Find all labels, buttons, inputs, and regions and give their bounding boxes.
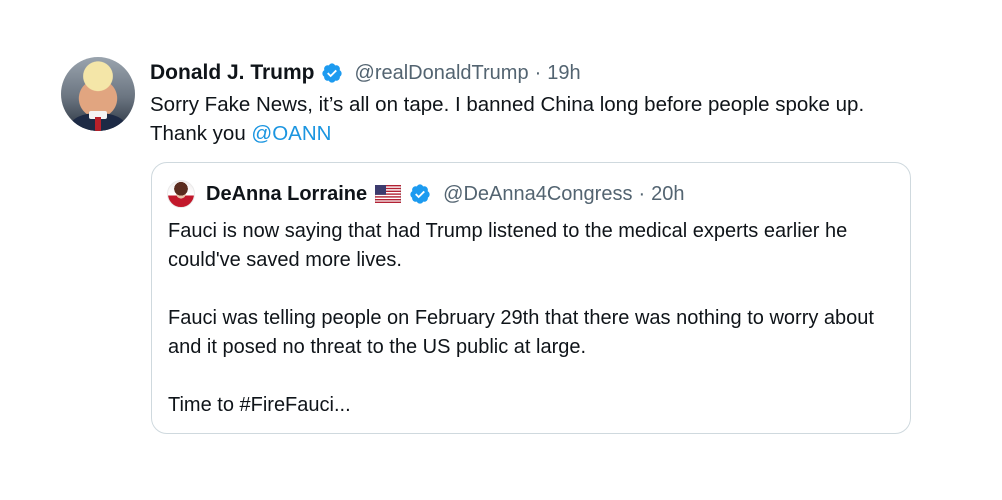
author-name[interactable]: Donald J. Trump bbox=[150, 61, 315, 85]
quoted-tweet-timestamp[interactable]: 20h bbox=[651, 183, 684, 206]
quoted-paragraph: Time to #FireFauci... bbox=[168, 394, 351, 416]
author-handle[interactable]: @realDonaldTrump bbox=[355, 62, 529, 85]
verified-badge-icon bbox=[321, 63, 342, 83]
mention-link[interactable]: @OANN bbox=[251, 122, 331, 145]
avatar-tie bbox=[95, 117, 101, 131]
quoted-tweet-header: DeAnna Lorraine @DeAnna4Congress · 20h bbox=[206, 179, 685, 209]
quoted-verified-badge-icon bbox=[410, 184, 430, 204]
quoted-paragraph: Fauci is now saying that had Trump liste… bbox=[168, 220, 848, 271]
quoted-meta-separator: · bbox=[638, 182, 646, 205]
author-avatar[interactable] bbox=[61, 57, 135, 131]
quoted-tweet-body: Fauci is now saying that had Trump liste… bbox=[168, 217, 898, 420]
tweet-timestamp[interactable]: 19h bbox=[547, 62, 580, 85]
quoted-author-handle[interactable]: @DeAnna4Congress bbox=[443, 183, 632, 206]
us-flag-icon bbox=[375, 185, 402, 203]
meta-separator: · bbox=[534, 61, 542, 84]
tweet-card: Donald J. Trump @realDonaldTrump · 19h S… bbox=[0, 0, 1002, 500]
tweet-header: Donald J. Trump @realDonaldTrump · 19h bbox=[150, 58, 581, 88]
quoted-paragraph: Fauci was telling people on February 29t… bbox=[168, 307, 874, 358]
quoted-author-name[interactable]: DeAnna Lorraine bbox=[206, 183, 367, 206]
quoted-author-avatar[interactable] bbox=[167, 180, 195, 208]
tweet-body: Sorry Fake News, it’s all on tape. I ban… bbox=[150, 90, 890, 148]
quoted-tweet-card[interactable]: DeAnna Lorraine @DeAnna4Congress · 20h F… bbox=[151, 162, 911, 434]
